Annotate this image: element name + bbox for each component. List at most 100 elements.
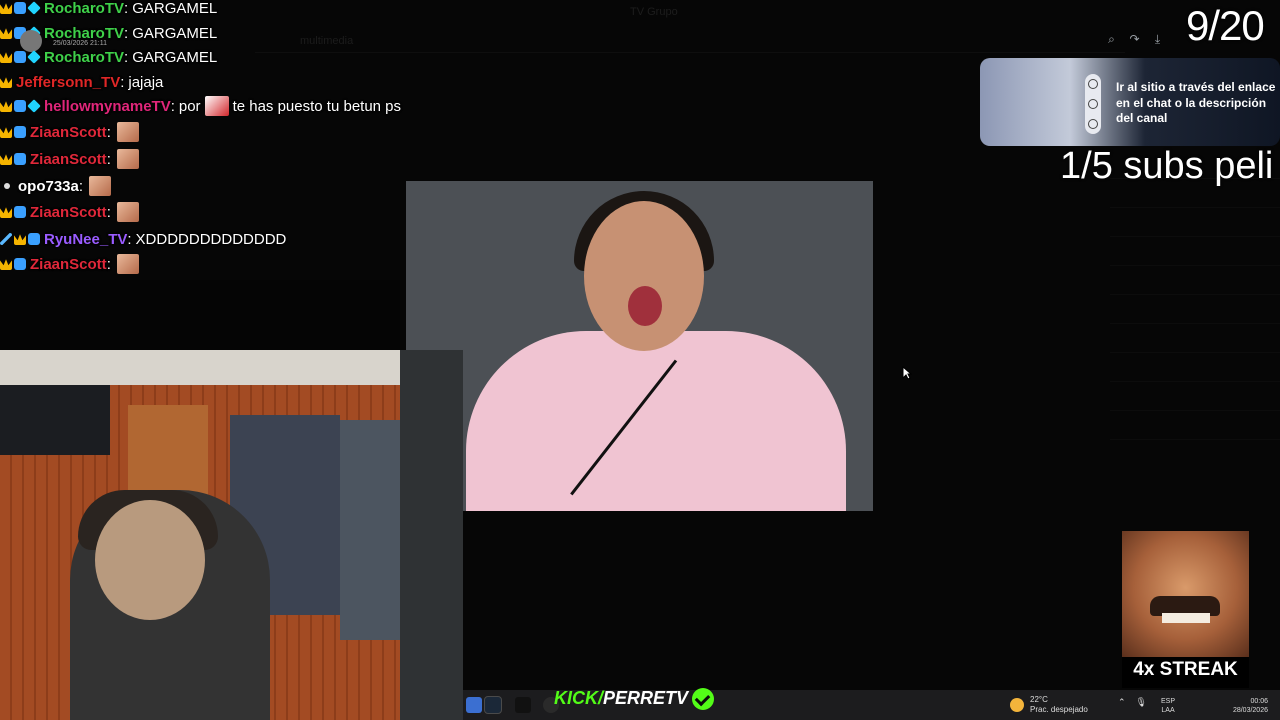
- gift-icon: [1088, 99, 1098, 109]
- crown-icon: [14, 234, 26, 245]
- window-title: TV Grupo: [630, 6, 678, 18]
- clock[interactable]: 00:06 28/03/2026: [1226, 697, 1268, 715]
- search-icon: [1088, 79, 1098, 89]
- webcam-feed: [0, 350, 463, 720]
- chat-text: GARGAMEL: [132, 0, 218, 17]
- crown-icon: [0, 259, 12, 270]
- cube-badge-icon: [27, 50, 41, 64]
- browser-toolbar: ⌕ ↷ ⤓: [1105, 28, 1164, 50]
- background-toolbar: multimedia: [255, 30, 1125, 53]
- chat-username: ZiaanScott: [30, 150, 107, 168]
- lang-layout: LAA: [1161, 707, 1175, 714]
- subscriber-badge-icon: [14, 2, 26, 14]
- promo-card[interactable]: Ir al sitio a través del enlace en el ch…: [980, 58, 1280, 146]
- cube-badge-icon: [27, 1, 41, 15]
- verified-badge-icon: [14, 206, 26, 218]
- chat-username: RocharoTV: [44, 48, 125, 66]
- chat-message: RyuNee_TV: XDDDDDDDDDDDDD: [0, 227, 286, 251]
- microphone-icon[interactable]: 🎙: [1136, 697, 1147, 708]
- toolbar-label: multimedia: [300, 35, 354, 47]
- share-icon[interactable]: ↷: [1128, 32, 1141, 46]
- cube-badge-icon: [27, 99, 41, 113]
- chat-message: opo733a:: [0, 174, 112, 198]
- video-subject-body: [466, 331, 846, 511]
- background-left-panel: [0, 280, 400, 350]
- emote-icon: [116, 202, 139, 222]
- subscriber-badge-icon: [14, 51, 26, 63]
- kick-prefix: KICK/: [554, 688, 603, 708]
- chat-username: RyuNee_TV: [44, 230, 128, 248]
- chat-message: ZiaanScott:: [0, 147, 139, 171]
- steam-icon[interactable]: [484, 696, 502, 714]
- chat-username: RocharoTV: [44, 24, 125, 42]
- streak-label: 4x STREAK: [1133, 659, 1238, 680]
- background-sidebar: [1110, 150, 1280, 530]
- download-icon[interactable]: ⤓: [1151, 32, 1164, 46]
- crown-icon: [0, 154, 12, 165]
- chat-username: RocharoTV: [44, 0, 125, 17]
- streak-widget: 4x STREAK: [1122, 531, 1249, 688]
- weather-icon: [1010, 698, 1024, 712]
- tag-icon: [1088, 119, 1098, 129]
- lang-code: ESP: [1161, 698, 1176, 705]
- language-indicator[interactable]: ESP LAA: [1161, 697, 1175, 715]
- counter-overlay: 9/20: [1186, 2, 1265, 49]
- chat-message: ZiaanScott:: [0, 200, 139, 224]
- weather-widget[interactable]: 22°C Prac. despejado: [1010, 695, 1088, 715]
- chat-message: RocharoTV: GARGAMEL: [0, 0, 217, 20]
- subscriber-badge-icon: [28, 233, 40, 245]
- video-subject-face: [584, 201, 704, 351]
- cam-ceiling: [0, 350, 400, 385]
- cam-tv: [0, 385, 110, 455]
- chrome-icon[interactable]: [466, 697, 482, 713]
- clock-date: 28/03/2026: [1232, 707, 1268, 714]
- channel-name: PERRETV: [603, 688, 689, 708]
- cam-shelf: [340, 420, 400, 640]
- chat-message: hellowmynameTV: por te has puesto tu bet…: [0, 94, 401, 118]
- verified-check-icon: [692, 688, 715, 711]
- chat-username: hellowmynameTV: [44, 97, 171, 115]
- promo-text: Ir al sitio a través del enlace en el ch…: [1116, 80, 1276, 125]
- temperature: 22°C: [1030, 695, 1048, 704]
- emote-icon: [116, 254, 139, 274]
- mouse-cursor-icon: [902, 366, 912, 380]
- dot-badge-icon: [4, 183, 10, 189]
- verified-badge-icon: [14, 258, 26, 270]
- chat-message: ZiaanScott:: [0, 120, 139, 144]
- chat-username: ZiaanScott: [30, 123, 107, 141]
- crown-icon: [0, 207, 12, 218]
- chevron-up-icon[interactable]: ⌃: [1118, 697, 1126, 708]
- crown-icon: [0, 127, 12, 138]
- chat-text: por: [178, 97, 201, 115]
- weather-condition: Prac. despejado: [1030, 705, 1088, 714]
- chat-message: RocharoTV: GARGAMEL: [0, 45, 217, 69]
- system-tray: ⌃ 🎙: [1118, 697, 1147, 708]
- crown-icon: [0, 3, 12, 14]
- crown-icon: [0, 52, 12, 63]
- terminal-icon[interactable]: [515, 697, 531, 713]
- zoom-icon[interactable]: ⌕: [1105, 32, 1118, 46]
- chat-username: opo733a: [18, 177, 79, 195]
- video-player[interactable]: [406, 181, 873, 511]
- chat-message: ZiaanScott:: [0, 252, 139, 276]
- subs-goal-overlay: 1/5 subs peli: [1060, 145, 1274, 187]
- video-subject-mouth: [628, 286, 662, 326]
- crown-icon: [0, 101, 12, 112]
- kick-branding: KICK/PERRETV: [554, 688, 715, 711]
- chat-username: ZiaanScott: [30, 203, 107, 221]
- verified-badge-icon: [14, 153, 26, 165]
- streamer-head: [95, 500, 205, 620]
- streak-image: [1122, 531, 1249, 657]
- clock-time: 00:06: [1250, 698, 1268, 705]
- chat-text: te has puesto tu betun ps: [232, 97, 402, 115]
- sword-badge-icon: [0, 233, 12, 245]
- crown-icon: [0, 28, 12, 39]
- chat-text: GARGAMEL: [132, 24, 218, 42]
- streak-teeth: [1162, 613, 1210, 623]
- emote-icon: [116, 149, 139, 169]
- chat-message: Jeffersonn_TV: jajaja: [0, 70, 163, 94]
- emote-icon: [89, 176, 112, 196]
- chat-text: XDDDDDDDDDDDDD: [135, 230, 287, 248]
- cam-pillar: [400, 350, 463, 720]
- subscriber-badge-icon: [14, 100, 26, 112]
